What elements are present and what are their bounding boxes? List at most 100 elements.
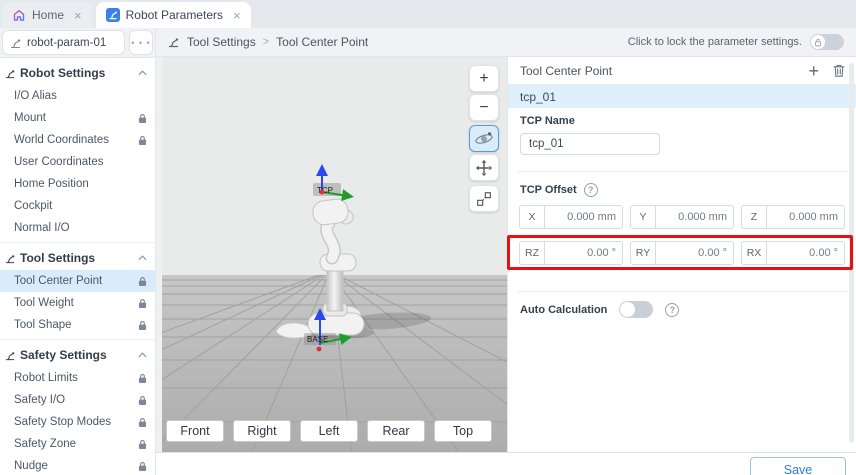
sidebar-item-robot-limits[interactable]: Robot Limits [0,367,155,389]
view-right-button[interactable]: Right [233,420,291,442]
zoom-in-button[interactable]: + [469,65,499,92]
sidebar-item-tool-center-point[interactable]: Tool Center Point [0,270,155,292]
auto-calculation-toggle[interactable] [619,301,653,318]
lock-icon [138,276,147,287]
breadcrumb-separator: > [263,36,269,48]
orbit-icon [474,129,494,149]
delete-tcp-button[interactable] [832,63,846,78]
view-front-button[interactable]: Front [166,420,224,442]
tcp-label: TCP [317,186,333,195]
sidebar-item-cockpit[interactable]: Cockpit [0,195,155,217]
more-button[interactable]: • • • [129,30,153,55]
sidebar-item-home-position[interactable]: Home Position [0,173,155,195]
tab-robot-parameters[interactable]: Robot Parameters × [96,2,251,28]
close-icon[interactable]: × [233,8,241,23]
help-icon[interactable]: ? [584,183,598,197]
auto-calculation-row: Auto Calculation ? [520,301,679,318]
sidebar-item-normal-io[interactable]: Normal I/O [0,217,155,239]
robot-app-icon [106,8,120,22]
sidebar-item-tool-shape[interactable]: Tool Shape [0,314,155,336]
home-icon [12,8,26,22]
sidebar-item-io-alias[interactable]: I/O Alias [0,85,155,107]
lock-icon [138,113,147,124]
field-label: Y [630,205,656,229]
sidebar-item-nudge[interactable]: Nudge [0,455,155,475]
tab-robot-parameters-label: Robot Parameters [126,8,223,22]
offset-rx-input[interactable]: 0.00° [767,241,845,265]
sidebar-section-safety-settings: Safety Settings Robot Limits Safety I/O … [0,339,155,475]
section-label: Tool Settings [20,251,95,265]
zoom-out-button[interactable]: − [469,94,499,121]
robot-arm-icon [10,37,22,49]
sidebar-item-safety-stop-modes[interactable]: Safety Stop Modes [0,411,155,433]
offset-rz-input[interactable]: 0.00° [545,241,623,265]
lock-bar: Click to lock the parameter settings. [628,34,844,50]
sidebar-header-tool-settings[interactable]: Tool Settings [0,246,155,270]
lock-icon [138,373,147,384]
3d-viewport[interactable]: TCP BASE + − [162,57,507,452]
sidebar-item-safety-io[interactable]: Safety I/O [0,389,155,411]
unlock-icon [814,38,822,47]
tcp-name-label: TCP Name [520,115,575,127]
offset-ry-input[interactable]: 0.00° [656,241,734,265]
pan-button[interactable] [469,154,499,181]
lock-icon [138,395,147,406]
sidebar-item-world-coordinates[interactable]: World Coordinates [0,129,155,151]
view-left-button[interactable]: Left [300,420,358,442]
viewer-panel: TCP BASE + − [156,57,507,452]
sidebar: robot-param-01 • • • Robot Settings I/O … [0,28,156,475]
section-label: Robot Settings [20,66,105,80]
item-label: Safety I/O [14,394,65,406]
orbit-rotate-button[interactable] [469,125,499,152]
sidebar-item-safety-zone[interactable]: Safety Zone [0,433,155,455]
tcp-name-input[interactable] [520,133,660,155]
sidebar-section-robot-settings: Robot Settings I/O Alias Mount World Coo… [0,58,155,242]
save-button[interactable]: Save [750,457,846,475]
item-label: Home Position [14,178,89,190]
view-rear-button[interactable]: Rear [367,420,425,442]
offset-xyz-row: X 0.000mm Y 0.000mm Z 0.000mm [519,205,845,229]
chevron-up-icon [138,352,147,358]
item-label: World Coordinates [14,134,109,146]
linked-points-icon [475,190,493,208]
offset-z-input[interactable]: 0.000mm [767,205,845,229]
tcp-item-label: tcp_01 [520,90,556,104]
sidebar-item-user-coordinates[interactable]: User Coordinates [0,151,155,173]
snap-points-button[interactable] [469,185,499,212]
footer-bar: Save [156,452,856,475]
offset-x-input[interactable]: 0.000mm [545,205,623,229]
offset-ry-field: RY 0.00° [630,241,734,265]
lock-icon [138,135,147,146]
close-icon[interactable]: × [74,8,82,23]
sidebar-item-tool-weight[interactable]: Tool Weight [0,292,155,314]
tcp-list-item-selected[interactable]: tcp_01 [508,85,856,108]
divider [518,291,848,292]
add-tcp-button[interactable]: + [808,62,819,80]
section-label: Safety Settings [20,348,107,362]
toggle-knob [620,302,635,317]
item-label: Tool Shape [14,319,72,331]
base-label: BASE [307,335,328,344]
offset-rx-field: RX 0.00° [741,241,845,265]
scrollbar[interactable] [849,63,854,443]
offset-z-field: Z 0.000mm [741,205,845,229]
tcp-settings-panel: Tool Center Point + tcp_01 TCP Name TCP … [507,57,856,452]
sidebar-section-tool-settings: Tool Settings Tool Center Point Tool Wei… [0,242,155,339]
chevron-up-icon [138,255,147,261]
param-name-field[interactable]: robot-param-01 [2,30,125,55]
item-label: Safety Zone [14,438,76,450]
parameter-lock-toggle[interactable] [810,34,844,50]
item-label: Nudge [14,460,48,472]
sidebar-header-robot-settings[interactable]: Robot Settings [0,61,155,85]
tab-home[interactable]: Home × [2,2,92,28]
app-window: Home × Robot Parameters × robot- [0,0,856,475]
sidebar-header-safety-settings[interactable]: Safety Settings [0,343,155,367]
item-label: Tool Center Point [14,275,102,287]
breadcrumb-page[interactable]: Tool Center Point [276,35,368,49]
sidebar-item-mount[interactable]: Mount [0,107,155,129]
offset-y-input[interactable]: 0.000mm [656,205,734,229]
breadcrumb-section[interactable]: Tool Settings [187,35,256,49]
view-top-button[interactable]: Top [434,420,492,442]
chevron-up-icon [138,70,147,76]
help-icon[interactable]: ? [665,303,679,317]
